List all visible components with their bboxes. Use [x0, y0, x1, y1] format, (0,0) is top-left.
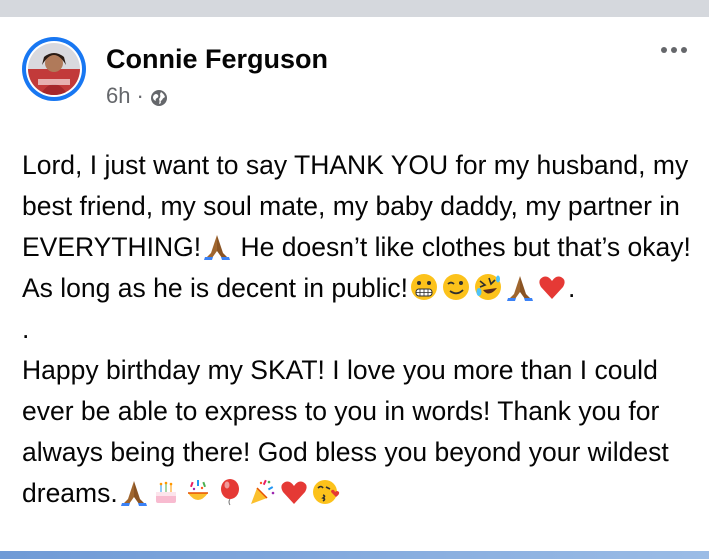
author-avatar[interactable] — [22, 37, 86, 101]
face-blowing-kiss-icon — [311, 477, 341, 507]
balloon-icon — [215, 477, 245, 507]
folded-hands-icon — [119, 477, 149, 507]
folded-hands-icon — [505, 272, 535, 302]
avatar-photo — [28, 43, 80, 95]
rolling-on-floor-laughing-icon — [473, 272, 503, 302]
grimacing-face-icon — [409, 272, 439, 302]
top-separator-bar — [0, 0, 709, 17]
post-meta: Connie Ferguson 6h · — [106, 43, 328, 109]
more-options-icon[interactable] — [661, 47, 687, 53]
confetti-ball-icon — [183, 477, 213, 507]
meta-separator: · — [136, 83, 144, 108]
author-name[interactable]: Connie Ferguson — [106, 43, 328, 75]
folded-hands-icon — [202, 231, 232, 261]
post-card: Connie Ferguson 6h · Lord, I just want t… — [0, 17, 709, 553]
post-header: Connie Ferguson 6h · — [22, 37, 328, 109]
winking-face-icon — [441, 272, 471, 302]
post-subline: 6h · — [106, 83, 328, 109]
post-body: Lord, I just want to say THANK YOU for m… — [22, 145, 692, 514]
party-popper-icon — [247, 477, 277, 507]
post-paragraph-1: Lord, I just want to say THANK YOU for m… — [22, 150, 697, 303]
post-timestamp[interactable]: 6h — [106, 83, 130, 109]
post-separator-line: . — [22, 314, 30, 344]
post-paragraph-2: Happy birthday my SKAT! I love you more … — [22, 355, 677, 508]
bottom-separator-bar — [0, 551, 709, 559]
birthday-cake-icon — [151, 477, 181, 507]
red-heart-icon — [537, 272, 567, 302]
globe-icon[interactable] — [150, 87, 168, 106]
red-heart-icon — [279, 477, 309, 507]
